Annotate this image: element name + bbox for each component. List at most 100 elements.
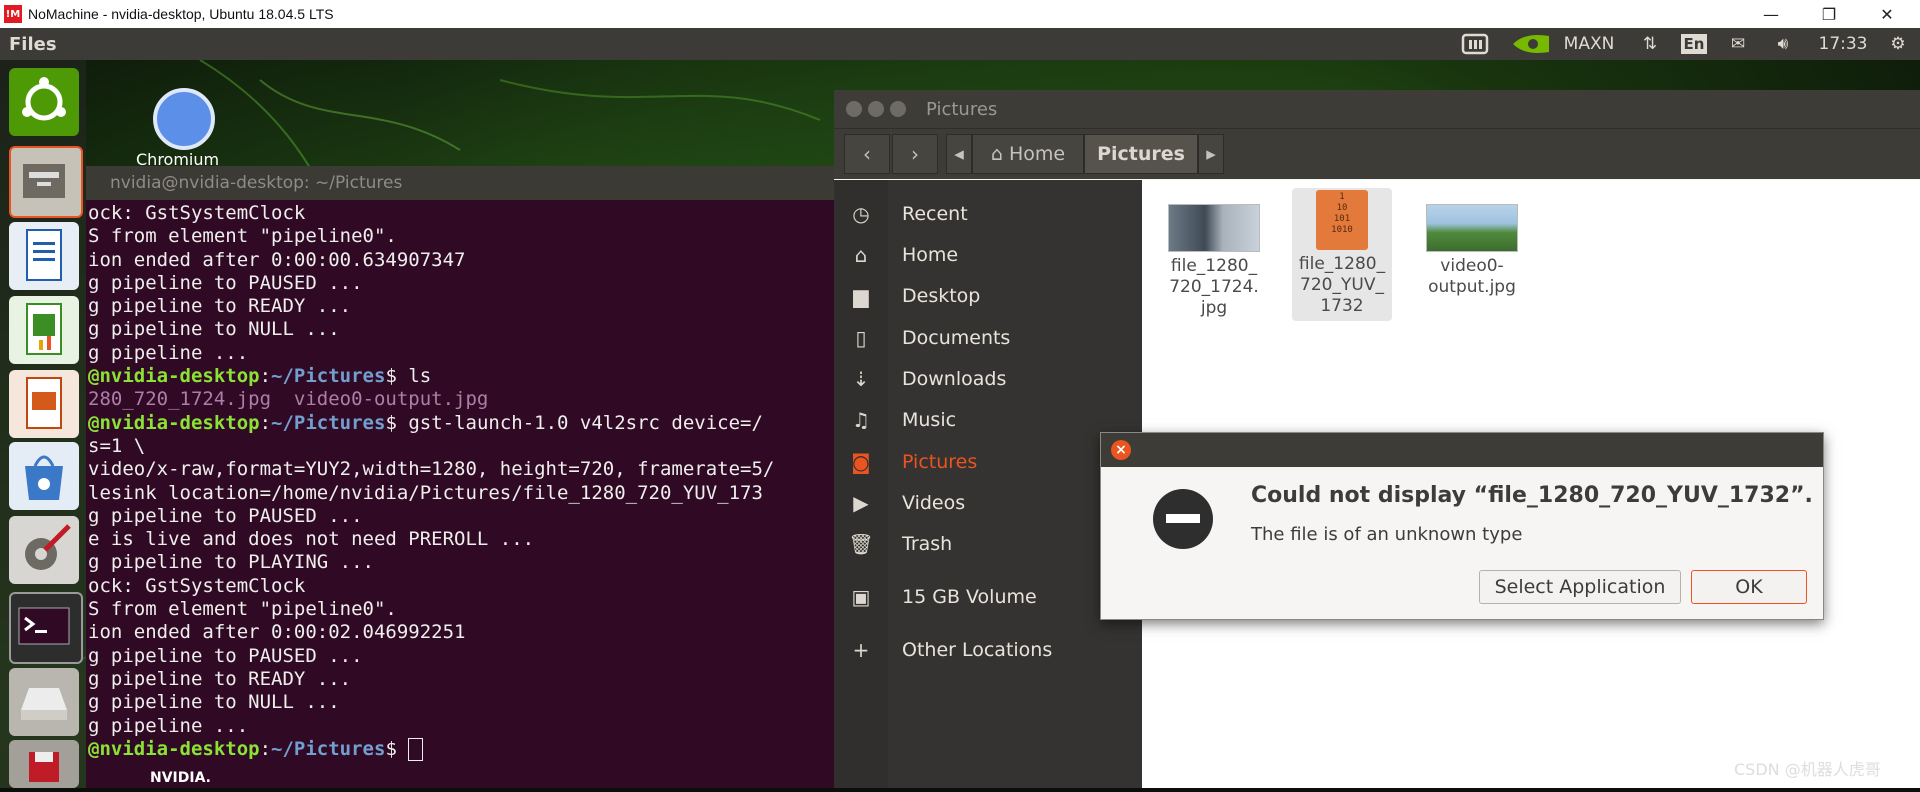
terminal-line: g pipeline to PAUSED ... [88,271,363,294]
host-window-title: NoMachine - nvidia-desktop, Ubuntu 18.04… [28,6,334,22]
trash-icon: 🗑︎ [848,532,874,556]
drive-icon: ▣ [851,585,871,609]
forward-button[interactable]: › [892,134,938,174]
impress-icon[interactable] [9,370,79,438]
terminal-launcher-icon[interactable] [9,592,83,664]
sidebar-item-home[interactable]: ⌂ Home [834,235,1142,275]
terminal-line: video/x-raw,format=YUY2,width=1280, heig… [88,458,775,481]
terminal-line: g pipeline ... [88,341,249,364]
sidebar-item-label: Videos [902,492,966,514]
back-button[interactable]: ‹ [844,134,890,174]
calc-icon[interactable] [9,296,79,364]
breadcrumb-pictures[interactable]: Pictures [1084,134,1198,174]
file-manager-title: Pictures [926,98,998,120]
breadcrumb-home-label: Home [1008,143,1066,165]
sidebar-item-label: Trash [902,533,953,555]
prompt-path: ~/Pictures [271,737,386,760]
system-settings-icon[interactable] [9,516,79,584]
clock[interactable]: 17:33 [1816,28,1870,60]
drive-launcher-icon[interactable] [9,668,79,736]
terminal-output[interactable]: ock: GstSystemClock S from element "pipe… [86,200,834,761]
dialog-close-button[interactable]: × [1111,440,1131,460]
terminal-line: S from element "pipeline0". [88,225,397,248]
sidebar-item-documents[interactable]: ▯ Documents [834,318,1142,358]
plus-icon: + [852,638,870,662]
terminal-line: S from element "pipeline0". [88,598,397,621]
terminal-line: e is live and does not need PREROLL ... [88,528,535,551]
app-menu-label[interactable]: Files [9,34,57,55]
ubuntu-dash-icon[interactable] [9,68,79,136]
file-manager-titlebar: Pictures [834,90,1920,128]
sidebar-item-label: Desktop [902,285,981,307]
home-icon: ⌂ [990,143,1003,165]
sidebar-item-label: Music [902,409,957,431]
sidebar-item-videos[interactable]: ▶ Videos [834,483,1142,523]
download-icon: ⇣ [852,367,870,391]
terminal-title: nvidia@nvidia-desktop: ~/Pictures [86,166,834,200]
keyboard-layout-indicator[interactable]: En [1680,28,1708,60]
nvidia-wallpaper-logo: NVIDIA. [150,770,212,786]
breadcrumb-scroll-right[interactable]: ▸ [1198,134,1224,174]
file-item-selected[interactable]: 1 10 101 1010 file_1280_ 720_YUV_ 1732 [1292,188,1392,321]
restore-button[interactable]: ❐ [1800,0,1858,28]
terminal-line: g pipeline to PAUSED ... [88,504,363,527]
file-item[interactable]: video0- output.jpg [1422,204,1522,298]
dialog-message: The file is of an unknown type [1251,524,1523,545]
sidebar-item-downloads[interactable]: ⇣ Downloads [834,359,1142,399]
sidebar-item-volume[interactable]: ▣ 15 GB Volume [834,577,1142,617]
terminal-line: ock: GstSystemClock [88,202,306,224]
terminal-command: $ ls [385,365,432,388]
mail-icon[interactable]: ✉ [1724,28,1752,60]
window-minimize-icon[interactable] [868,101,884,117]
home-icon: ⌂ [854,243,868,267]
window-close-icon[interactable] [846,101,862,117]
prompt-dollar: $ [385,737,409,760]
software-center-icon[interactable] [9,442,79,510]
sidebar-item-music[interactable]: ♫ Music [834,400,1142,440]
chromium-desktop-icon[interactable] [153,88,215,150]
select-application-button[interactable]: Select Application [1479,570,1681,604]
dialog-title: Could not display “file_1280_720_YUV_173… [1251,483,1813,508]
binary-file-icon: 1 10 101 1010 [1316,190,1368,250]
error-dialog: × Could not display “file_1280_720_YUV_1… [1100,432,1824,620]
sidebar-item-other-locations[interactable]: + Other Locations [834,630,1142,670]
terminal-line: g pipeline to READY ... [88,667,352,690]
terminal-line: ion ended after 0:00:00.634907347 [88,248,466,271]
minimize-button[interactable]: — [1742,0,1800,28]
terminal-cursor [408,737,424,761]
file-item[interactable]: file_1280_ 720_1724. jpg [1164,204,1264,319]
sidebar-item-pictures[interactable]: ◙ Pictures [834,442,1142,482]
image-thumbnail [1426,204,1518,252]
nvidia-logo-icon[interactable] [1510,28,1552,60]
save-drive-icon[interactable] [9,740,79,788]
video-icon: ▶ [853,491,869,515]
host-title-bar: !M NoMachine - nvidia-desktop, Ubuntu 18… [0,0,1920,29]
terminal-window[interactable]: nvidia@nvidia-desktop: ~/Pictures ock: G… [86,166,834,788]
breadcrumb-scroll-left[interactable]: ◂ [946,134,972,174]
sidebar-item-desktop[interactable]: ▆ Desktop [834,276,1142,316]
clock-icon: ◷ [852,202,870,226]
file-manager-toolbar: ‹ › ◂ ⌂ Home Pictures ▸ [834,128,1920,179]
launcher [0,60,86,788]
power-mode-indicator[interactable]: MAXN [1556,28,1622,60]
terminal-line: g pipeline to PLAYING ... [88,551,374,574]
sidebar-item-label: 15 GB Volume [902,586,1037,608]
sidebar-item-recent[interactable]: ◷ Recent [834,194,1142,234]
sidebar-item-label: Recent [902,203,968,225]
writer-icon[interactable] [9,222,79,290]
prompt-user: @nvidia-desktop [88,365,260,388]
files-launcher-icon[interactable] [9,146,83,218]
nomachine-indicator-icon[interactable] [1460,28,1490,60]
network-arrows-icon[interactable]: ⇅ [1636,28,1664,60]
close-button[interactable]: ✕ [1858,0,1916,28]
watermark: CSDN @机器人虎哥 [1734,760,1881,779]
sidebar-item-trash[interactable]: 🗑︎ Trash [834,524,1142,564]
window-maximize-icon[interactable] [890,101,906,117]
image-thumbnail [1168,204,1260,252]
terminal-line: ion ended after 0:00:02.046992251 [88,621,466,644]
prompt-user: @nvidia-desktop [88,411,260,434]
ok-button[interactable]: OK [1691,570,1807,604]
volume-icon[interactable]: 🔊︎ [1766,28,1800,60]
breadcrumb-home[interactable]: ⌂ Home [972,134,1084,174]
settings-gear-icon[interactable]: ⚙ [1882,28,1914,60]
